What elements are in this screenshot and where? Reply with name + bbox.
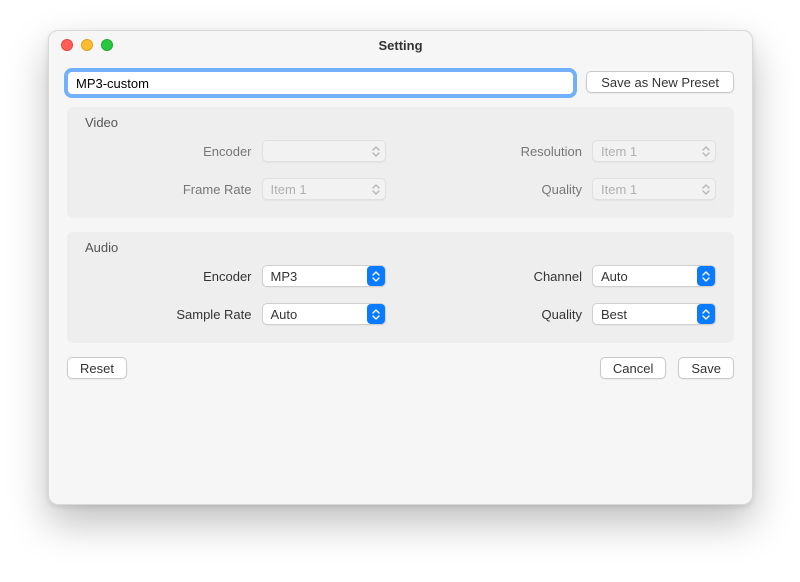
video-resolution-value: Item 1 <box>601 144 637 159</box>
audio-channel-label: Channel <box>534 269 582 284</box>
content: Save as New Preset Video Encoder <box>49 59 752 393</box>
preset-row: Save as New Preset <box>67 71 734 95</box>
audio-samplerate-value: Auto <box>271 307 298 322</box>
chevron-up-down-icon <box>367 304 385 324</box>
video-framerate-select[interactable]: Item 1 <box>262 178 386 200</box>
minimize-icon[interactable] <box>81 39 93 51</box>
audio-channel-field: Channel Auto <box>416 265 717 287</box>
chevron-up-down-icon <box>697 141 715 161</box>
video-quality-label: Quality <box>542 182 582 197</box>
save-as-new-preset-button[interactable]: Save as New Preset <box>586 71 734 93</box>
audio-samplerate-select[interactable]: Auto <box>262 303 386 325</box>
preset-name-input[interactable] <box>67 71 574 95</box>
save-button[interactable]: Save <box>678 357 734 379</box>
traffic-lights <box>61 39 113 51</box>
chevron-up-down-icon <box>697 304 715 324</box>
video-quality-select[interactable]: Item 1 <box>592 178 716 200</box>
audio-encoder-value: MP3 <box>271 269 298 284</box>
audio-samplerate-label: Sample Rate <box>176 307 251 322</box>
chevron-up-down-icon <box>697 179 715 199</box>
video-framerate-label: Frame Rate <box>183 182 252 197</box>
video-resolution-field: Resolution Item 1 <box>416 140 717 162</box>
close-icon[interactable] <box>61 39 73 51</box>
video-resolution-select[interactable]: Item 1 <box>592 140 716 162</box>
audio-channel-select[interactable]: Auto <box>592 265 716 287</box>
cancel-button[interactable]: Cancel <box>600 357 666 379</box>
audio-samplerate-field: Sample Rate Auto <box>85 303 386 325</box>
video-quality-field: Quality Item 1 <box>416 178 717 200</box>
audio-group: Audio Encoder MP3 Channel Auto <box>67 232 734 343</box>
video-framerate-field: Frame Rate Item 1 <box>85 178 386 200</box>
chevron-up-down-icon <box>367 141 385 161</box>
video-group-title: Video <box>85 115 716 130</box>
video-encoder-label: Encoder <box>203 144 251 159</box>
video-quality-value: Item 1 <box>601 182 637 197</box>
audio-encoder-field: Encoder MP3 <box>85 265 386 287</box>
audio-encoder-select[interactable]: MP3 <box>262 265 386 287</box>
audio-channel-value: Auto <box>601 269 628 284</box>
settings-window: Setting Save as New Preset Video Encoder <box>48 30 753 505</box>
footer: Reset Cancel Save <box>67 357 734 379</box>
audio-encoder-label: Encoder <box>203 269 251 284</box>
video-encoder-field: Encoder <box>85 140 386 162</box>
audio-quality-field: Quality Best <box>416 303 717 325</box>
audio-quality-select[interactable]: Best <box>592 303 716 325</box>
titlebar: Setting <box>49 31 752 59</box>
reset-button[interactable]: Reset <box>67 357 127 379</box>
video-framerate-value: Item 1 <box>271 182 307 197</box>
chevron-up-down-icon <box>367 266 385 286</box>
video-encoder-select[interactable] <box>262 140 386 162</box>
video-resolution-label: Resolution <box>521 144 582 159</box>
audio-quality-value: Best <box>601 307 627 322</box>
chevron-up-down-icon <box>367 179 385 199</box>
audio-group-title: Audio <box>85 240 716 255</box>
video-group: Video Encoder Resolution Item <box>67 107 734 218</box>
audio-quality-label: Quality <box>542 307 582 322</box>
chevron-up-down-icon <box>697 266 715 286</box>
zoom-icon[interactable] <box>101 39 113 51</box>
window-title: Setting <box>378 38 422 53</box>
